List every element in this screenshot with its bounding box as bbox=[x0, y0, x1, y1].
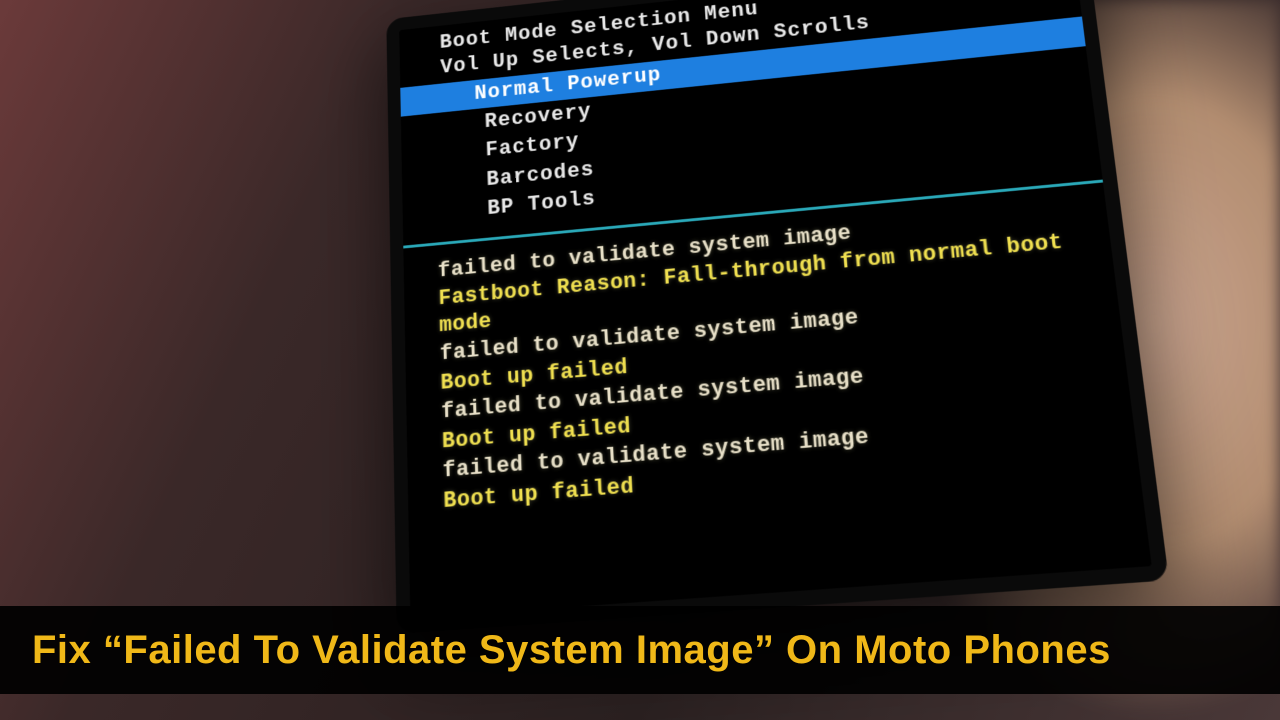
phone-frame: Boot Mode Selection Menu Vol Up Selects,… bbox=[386, 0, 1169, 634]
caption-text: Fix “Failed To Validate System Image” On… bbox=[32, 628, 1111, 673]
caption-bar: Fix “Failed To Validate System Image” On… bbox=[0, 606, 1280, 694]
boot-log: failed to validate system image Fastboot… bbox=[413, 197, 1128, 518]
bootloader-screen: Boot Mode Selection Menu Vol Up Selects,… bbox=[399, 0, 1152, 618]
